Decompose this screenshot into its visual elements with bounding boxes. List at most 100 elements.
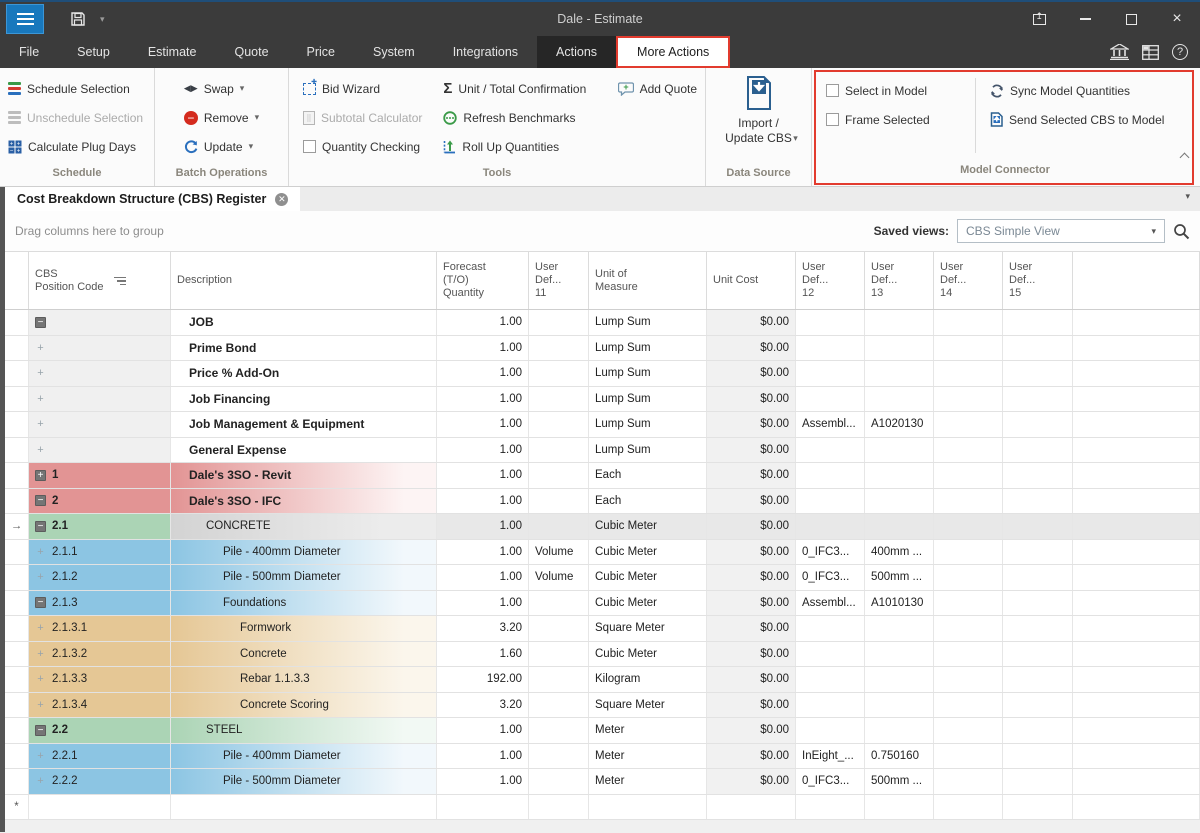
cell-desc[interactable]: Prime Bond: [171, 336, 437, 361]
expand-icon[interactable]: +: [35, 571, 46, 583]
cell-desc[interactable]: CONCRETE: [171, 514, 437, 539]
cell-qty[interactable]: 1.00: [437, 565, 529, 590]
cell-desc[interactable]: Pile - 400mm Diameter: [171, 540, 437, 565]
cell-uom[interactable]: Cubic Meter: [589, 565, 707, 590]
cell-ud13[interactable]: [865, 387, 934, 412]
cell-ud11[interactable]: Volume: [529, 565, 589, 590]
menu-tab-estimate[interactable]: Estimate: [129, 36, 216, 68]
column-header-ud12[interactable]: User Def... 12: [796, 252, 865, 309]
column-header-ud14[interactable]: User Def... 14: [934, 252, 1003, 309]
roll-up-quantities-button[interactable]: Roll Up Quantities: [443, 132, 603, 161]
cell-cost[interactable]: $0.00: [707, 387, 796, 412]
cell-filler[interactable]: [1073, 591, 1200, 616]
cell-ud13[interactable]: [865, 795, 934, 820]
cell-qty[interactable]: 1.00: [437, 463, 529, 488]
cell-ud13[interactable]: [865, 361, 934, 386]
cell-ud13[interactable]: [865, 514, 934, 539]
cell-desc[interactable]: Job Management & Equipment: [171, 412, 437, 437]
cell-ud12[interactable]: [796, 387, 865, 412]
cell-filler[interactable]: [1073, 769, 1200, 794]
collapse-icon[interactable]: −: [35, 597, 46, 608]
cell-cost[interactable]: [707, 795, 796, 820]
cell-ud12[interactable]: 0_IFC3...: [796, 565, 865, 590]
cell-filler[interactable]: [1073, 463, 1200, 488]
cell-cost[interactable]: $0.00: [707, 769, 796, 794]
cell-filler[interactable]: [1073, 489, 1200, 514]
cell-ud11[interactable]: [529, 769, 589, 794]
cell-filler[interactable]: [1073, 616, 1200, 641]
cell-ud11[interactable]: [529, 642, 589, 667]
cell-ud13[interactable]: [865, 667, 934, 692]
cell-desc[interactable]: Formwork: [171, 616, 437, 641]
cell-filler[interactable]: [1073, 412, 1200, 437]
row-gutter[interactable]: [5, 769, 29, 794]
cell-ud15[interactable]: [1003, 769, 1073, 794]
cell-ud14[interactable]: [934, 336, 1003, 361]
cell-ud12[interactable]: [796, 310, 865, 335]
cell-ud14[interactable]: [934, 514, 1003, 539]
tab-list-caret[interactable]: [1185, 191, 1190, 202]
cell-ud13[interactable]: A1020130: [865, 412, 934, 437]
column-header-desc[interactable]: Description: [171, 252, 437, 309]
cell-ud11[interactable]: [529, 514, 589, 539]
row-gutter[interactable]: [5, 693, 29, 718]
row-gutter[interactable]: [5, 361, 29, 386]
cell-cost[interactable]: $0.00: [707, 514, 796, 539]
cell-ud14[interactable]: [934, 489, 1003, 514]
quantity-checking-checkbox[interactable]: Quantity Checking: [303, 132, 429, 161]
bid-wizard-button[interactable]: Bid Wizard: [303, 74, 429, 103]
cell-qty[interactable]: 1.00: [437, 387, 529, 412]
row-gutter[interactable]: [5, 336, 29, 361]
cell-qty[interactable]: 1.00: [437, 514, 529, 539]
menu-tab-integrations[interactable]: Integrations: [434, 36, 537, 68]
tab-close-icon[interactable]: [275, 193, 288, 206]
cell-uom[interactable]: Cubic Meter: [589, 540, 707, 565]
cell-ud11[interactable]: [529, 489, 589, 514]
cell-ud13[interactable]: [865, 463, 934, 488]
cell-filler[interactable]: [1073, 642, 1200, 667]
cell-ud11[interactable]: [529, 412, 589, 437]
cell-filler[interactable]: [1073, 693, 1200, 718]
cell-code[interactable]: −2.2: [29, 718, 171, 743]
cell-cost[interactable]: $0.00: [707, 463, 796, 488]
cell-filler[interactable]: [1073, 667, 1200, 692]
cell-ud12[interactable]: [796, 667, 865, 692]
cell-code[interactable]: +2.1.2: [29, 565, 171, 590]
cell-ud14[interactable]: [934, 769, 1003, 794]
cell-code[interactable]: +: [29, 412, 171, 437]
cell-qty[interactable]: 3.20: [437, 693, 529, 718]
save-dropdown-caret[interactable]: [100, 14, 105, 25]
cell-ud14[interactable]: [934, 591, 1003, 616]
grid-view-icon-button[interactable]: [1142, 45, 1159, 60]
sync-model-quantities-button[interactable]: Sync Model Quantities: [990, 76, 1164, 105]
menu-tab-more-actions[interactable]: More Actions: [616, 36, 730, 68]
search-button[interactable]: [1173, 223, 1190, 240]
expand-icon[interactable]: +: [35, 470, 46, 481]
cell-ud15[interactable]: [1003, 514, 1073, 539]
row-gutter[interactable]: [5, 310, 29, 335]
column-header-ud13[interactable]: User Def... 13: [865, 252, 934, 309]
refresh-benchmarks-button[interactable]: Refresh Benchmarks: [443, 103, 603, 132]
frame-selected-checkbox[interactable]: Frame Selected: [826, 105, 961, 134]
column-header-cost[interactable]: Unit Cost: [707, 252, 796, 309]
cell-filler[interactable]: [1073, 336, 1200, 361]
collapse-icon[interactable]: −: [35, 521, 46, 532]
cell-ud11[interactable]: [529, 387, 589, 412]
cell-qty[interactable]: 1.60: [437, 642, 529, 667]
row-gutter[interactable]: [5, 565, 29, 590]
cell-qty[interactable]: 1.00: [437, 718, 529, 743]
cell-ud12[interactable]: [796, 642, 865, 667]
cell-cost[interactable]: $0.00: [707, 361, 796, 386]
cell-code[interactable]: +2.1.3.4: [29, 693, 171, 718]
tab-cbs-register[interactable]: Cost Breakdown Structure (CBS) Register: [5, 187, 300, 211]
import-update-cbs-button[interactable]: Import / Update CBS: [719, 74, 798, 164]
cell-ud14[interactable]: [934, 667, 1003, 692]
cell-filler[interactable]: [1073, 718, 1200, 743]
cell-ud11[interactable]: [529, 591, 589, 616]
cell-cost[interactable]: $0.00: [707, 310, 796, 335]
cell-ud15[interactable]: [1003, 336, 1073, 361]
cell-ud14[interactable]: [934, 361, 1003, 386]
cell-cost[interactable]: $0.00: [707, 336, 796, 361]
cell-ud14[interactable]: [934, 412, 1003, 437]
cell-ud11[interactable]: [529, 718, 589, 743]
